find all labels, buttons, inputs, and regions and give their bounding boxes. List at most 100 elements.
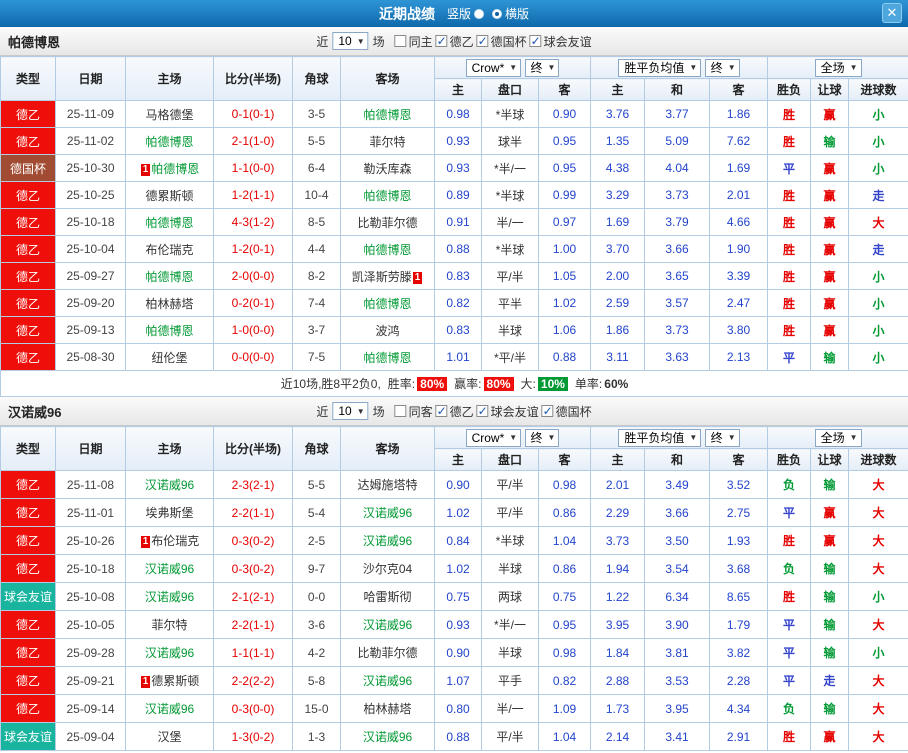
odds-final-select[interactable]: 终 ▼	[524, 58, 560, 77]
result-group-header: 全场 ▼	[767, 56, 908, 79]
handicap-cell: 球半	[481, 127, 539, 155]
result-wdl-cell: 平	[767, 498, 812, 527]
avg-home-cell: 3.29	[590, 181, 645, 209]
recent-count-select[interactable]: 10 ▼	[332, 402, 369, 420]
result-wdl-cell: 胜	[767, 208, 812, 236]
checkbox-icon[interactable]	[435, 404, 448, 418]
home-team-cell: 汉堡	[125, 722, 214, 751]
team-cell-content: 哈雷斯彻	[363, 590, 411, 604]
filter-checkbox-item[interactable]: 德国杯	[476, 33, 527, 50]
filter-checkbox-item[interactable]: 同主	[394, 33, 433, 50]
date-cell: 25-09-04	[55, 722, 126, 751]
handicap-cell: *半球	[481, 100, 539, 128]
summary-stat-label: 单率:	[574, 377, 603, 391]
result-handicap-cell: 赢	[810, 208, 850, 236]
select-value: 胜平负均值	[624, 61, 685, 75]
result-wdl-cell: 胜	[767, 722, 812, 751]
match-row: 德乙 25-11-01 埃弗斯堡 2-2(1-1) 5-4 汉诺威96 1.02 平/半 0.8…	[0, 498, 908, 527]
checkbox-icon[interactable]	[394, 35, 407, 47]
filter-checkbox-item[interactable]: 同客	[394, 403, 433, 420]
avg-draw-cell: 3.79	[644, 208, 710, 236]
corner-cell: 15-0	[292, 694, 341, 723]
checkbox-icon[interactable]	[394, 405, 407, 417]
col-home: 主场	[125, 56, 214, 101]
team-section-header-hannover: 汉诺威96 近 10 ▼ 场 同客 德乙 球会友谊 德国杯	[0, 397, 908, 426]
odds-home-cell: 0.88	[434, 722, 482, 751]
result-wdl-cell: 平	[767, 610, 812, 639]
odds-final-select[interactable]: 终 ▼	[524, 428, 560, 447]
avg-draw-cell: 3.65	[644, 262, 710, 290]
result-handicap-cell: 赢	[810, 262, 850, 290]
away-team-cell: 凯泽斯劳滕 1	[340, 262, 435, 290]
date-cell: 25-09-14	[55, 694, 126, 723]
date-cell: 25-10-18	[55, 554, 126, 583]
filter-checkbox-item[interactable]: 球会友谊	[529, 33, 592, 50]
date-cell: 25-10-08	[55, 582, 126, 611]
home-team-cell: 柏林赫塔	[125, 289, 214, 317]
result-handicap-cell: 赢	[810, 316, 850, 344]
summary-stat-label: 胜率:	[387, 377, 416, 391]
close-icon[interactable]: ✕	[882, 3, 902, 23]
layout-option-vertical-label[interactable]: 竖版	[447, 5, 471, 22]
radio-vertical-icon[interactable]	[474, 8, 484, 19]
date-cell: 25-09-27	[55, 262, 126, 290]
match-row: 德乙 25-10-18 帕德博恩 4-3(1-2) 8-5 比勒菲尔德 0.91 半/一 0.9…	[0, 208, 908, 236]
result-goals-cell: 大	[848, 208, 908, 236]
checkbox-icon[interactable]	[476, 404, 489, 418]
corner-cell: 0-0	[292, 582, 341, 611]
score-cell: 1-1(1-1)	[213, 638, 293, 667]
team-cell-content: 柏林赫塔	[363, 702, 411, 716]
checkbox-icon[interactable]	[435, 34, 448, 48]
wdl-final-select[interactable]: 终 ▼	[704, 428, 740, 447]
filter-checkbox-item[interactable]: 球会友谊	[476, 403, 539, 420]
checkbox-icon[interactable]	[541, 404, 554, 418]
filter-checkbox-item[interactable]: 德国杯	[541, 403, 592, 420]
avg-home-cell: 4.38	[590, 154, 645, 182]
wdl-final-select[interactable]: 终 ▼	[704, 58, 740, 77]
result-handicap-cell: 赢	[810, 526, 850, 555]
result-wdl-cell: 胜	[767, 526, 812, 555]
layout-option-horizontal-label[interactable]: 横版	[505, 5, 529, 22]
corner-cell: 5-8	[292, 666, 341, 695]
scope-select[interactable]: 全场 ▼	[814, 428, 862, 447]
odds-away-cell: 1.00	[538, 235, 591, 263]
corner-cell: 4-2	[292, 638, 341, 667]
chevron-down-icon: ▼	[356, 406, 365, 416]
avg-away-cell: 1.79	[708, 610, 769, 639]
summary-stat-label: 大:	[520, 377, 536, 391]
result-wdl-cell: 胜	[767, 582, 812, 611]
odds-away-cell: 0.95	[538, 610, 591, 639]
team-name: 汉堡	[157, 730, 182, 744]
checkbox-icon[interactable]	[529, 34, 542, 48]
wdl-avg-select[interactable]: 胜平负均值 ▼	[618, 58, 702, 77]
odds-home-cell: 1.02	[434, 498, 482, 527]
wdl-avg-select[interactable]: 胜平负均值 ▼	[618, 428, 702, 447]
result-wdl-cell: 平	[767, 154, 812, 182]
home-team-cell: 帕德博恩	[125, 262, 214, 290]
bookmaker-select[interactable]: Crow* ▼	[465, 428, 522, 447]
filter-checkbox-item[interactable]: 德乙	[435, 33, 474, 50]
checkbox-label: 德乙	[449, 34, 474, 49]
avg-draw-cell: 3.49	[644, 470, 710, 499]
filter-checkboxes: 同主 德乙 德国杯 球会友谊	[394, 33, 592, 50]
filter-checkbox-item[interactable]: 德乙	[435, 403, 474, 420]
odds-away-cell: 0.98	[538, 638, 591, 667]
score-cell: 2-1(1-0)	[213, 127, 293, 155]
radio-horizontal-icon[interactable]	[492, 8, 502, 19]
col-result: 胜负	[767, 78, 812, 101]
bookmaker-select[interactable]: Crow* ▼	[465, 58, 522, 77]
home-team-cell: 马格德堡	[125, 100, 214, 128]
col-result-goals: 进球数	[848, 78, 908, 101]
checkbox-icon[interactable]	[476, 34, 489, 48]
recent-count-select[interactable]: 10 ▼	[332, 32, 369, 50]
handicap-cell: 平/半	[481, 722, 539, 751]
avg-draw-cell: 3.54	[644, 554, 710, 583]
titlebar: 近期战绩 竖版 横版 ✕	[0, 0, 908, 27]
away-team-cell: 帕德博恩	[340, 100, 435, 128]
avg-away-cell: 4.66	[708, 208, 769, 236]
match-row: 德乙 25-11-09 马格德堡 0-1(0-1) 3-5 帕德博恩 0.98 *半球 0.90…	[0, 100, 908, 128]
result-wdl-cell: 胜	[767, 100, 812, 128]
table-body: 德乙 25-11-08 汉诺威96 2-3(2-1) 5-5 达姆施塔特 0.90 平/半 0.…	[0, 470, 908, 751]
scope-select[interactable]: 全场 ▼	[814, 58, 862, 77]
away-team-cell: 沙尔克04	[340, 554, 435, 583]
